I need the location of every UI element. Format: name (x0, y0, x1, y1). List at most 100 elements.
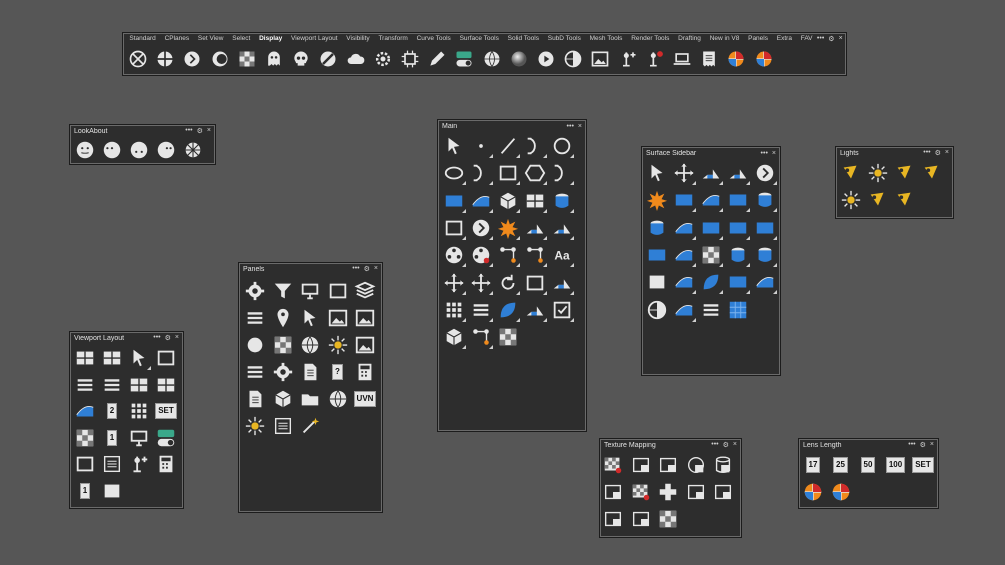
gear-icon[interactable]: ⚙ (723, 441, 729, 449)
surface-sidebar-titlebar[interactable]: Surface Sidebar ••• × (642, 147, 780, 159)
viewport-grid-icon[interactable] (127, 399, 151, 423)
tab-visibility[interactable]: Visibility (342, 35, 374, 42)
viewport-1-icon[interactable]: 1 (73, 479, 97, 503)
checker-add-icon[interactable] (73, 426, 97, 450)
close-icon[interactable]: × (839, 35, 843, 43)
new-viewport-icon[interactable] (154, 346, 178, 370)
surface-network-icon[interactable] (672, 216, 696, 240)
maximize-viewport-icon[interactable] (127, 346, 151, 370)
named-view-panel-icon[interactable] (326, 306, 350, 330)
surface-rebuild-icon[interactable] (726, 270, 750, 295)
grid-check-icon[interactable] (496, 325, 520, 349)
notes-doc-icon[interactable] (243, 387, 267, 411)
surface-mapping-icon[interactable] (601, 480, 625, 504)
wizard-panel-icon[interactable] (298, 414, 322, 438)
rendering-panel-icon[interactable] (271, 360, 295, 384)
surface-blend-icon[interactable] (726, 216, 750, 240)
environment-panel-icon[interactable] (298, 333, 322, 357)
layout-list-icon[interactable] (100, 452, 124, 476)
box-icon[interactable] (496, 189, 520, 213)
fillet-icon[interactable] (496, 298, 520, 322)
offset-icon[interactable] (469, 216, 493, 240)
calculator-panel-icon[interactable] (353, 360, 377, 384)
move-icon[interactable] (442, 271, 466, 295)
split-vertical-icon[interactable] (127, 373, 151, 397)
library-panel-icon[interactable] (243, 360, 267, 384)
trim-icon[interactable] (523, 216, 547, 240)
look-face-left-icon[interactable] (100, 138, 124, 162)
lens-100-button[interactable]: 100 (884, 453, 908, 477)
gear-icon[interactable]: ⚙ (364, 265, 370, 273)
close-icon[interactable]: × (374, 265, 378, 273)
polygon-icon[interactable] (523, 161, 547, 186)
picture-icon[interactable] (615, 46, 641, 72)
select-icon[interactable] (442, 134, 466, 158)
tab-render-tools[interactable]: Render Tools (627, 35, 674, 42)
group-icon[interactable] (442, 243, 466, 268)
tab-curve-tools[interactable]: Curve Tools (412, 35, 455, 42)
new-floating-viewport-icon[interactable] (73, 452, 97, 476)
surface-revolve-icon[interactable] (753, 188, 777, 213)
surface-explode-icon[interactable] (645, 188, 669, 212)
spotlight-icon[interactable] (839, 161, 863, 185)
named-view-icon[interactable] (73, 399, 97, 423)
gear-icon[interactable]: ⚙ (828, 35, 834, 43)
tab-extra[interactable]: Extra (772, 35, 796, 42)
spherical-mapping-icon[interactable] (684, 453, 708, 477)
panel-menu-icon[interactable]: ••• (923, 149, 930, 157)
tab-new-in-v8[interactable]: New in V8 (705, 35, 743, 42)
lights-titlebar[interactable]: Lights ••• ⚙ × (836, 147, 953, 159)
cylindrical-mapping-icon[interactable] (711, 453, 735, 477)
tab-select[interactable]: Select (228, 35, 255, 42)
panel-menu-icon[interactable]: ••• (153, 334, 160, 342)
lens-17-button[interactable]: 17 (801, 453, 825, 477)
surface-patch-icon[interactable] (726, 188, 750, 213)
look-face-down-icon[interactable] (127, 138, 151, 162)
layers-panel-icon[interactable] (353, 279, 377, 303)
extrude-icon[interactable] (442, 216, 466, 240)
tab-display[interactable]: Display (255, 35, 287, 42)
split-horizontal-icon[interactable] (100, 373, 124, 397)
print-icon[interactable] (154, 452, 178, 476)
lookabout-titlebar[interactable]: LookAbout ••• ⚙ × (70, 125, 215, 137)
look-center-icon[interactable] (181, 138, 205, 162)
mapping-remove-icon[interactable] (629, 480, 653, 504)
mapping-list-icon[interactable] (684, 480, 708, 504)
text-icon[interactable]: Aa (550, 243, 574, 268)
surface-loft-icon[interactable] (699, 188, 723, 213)
cylinder-icon[interactable] (550, 189, 574, 213)
surface-cap-icon[interactable] (726, 243, 750, 267)
monitor-icon[interactable] (696, 46, 722, 72)
detail-view-icon[interactable] (127, 426, 151, 450)
named-view-2-icon[interactable]: 2 (100, 399, 124, 423)
mapping-unwrap-icon[interactable] (601, 453, 625, 477)
surface-select-icon[interactable] (645, 161, 669, 185)
detail-toggle-icon[interactable] (154, 426, 178, 450)
copy-icon[interactable] (469, 271, 493, 295)
surface-fillet-icon[interactable] (699, 270, 723, 295)
spotlight-target-icon[interactable] (866, 188, 890, 212)
surface-tube-icon[interactable] (753, 243, 777, 267)
arctic-display-icon[interactable] (343, 46, 369, 72)
solid-box-icon[interactable] (442, 325, 466, 350)
ellipse-icon[interactable] (442, 161, 466, 186)
panel-menu-icon[interactable]: ••• (711, 441, 718, 449)
line-icon[interactable] (496, 134, 520, 158)
surface-match-icon[interactable] (753, 270, 777, 295)
layout-panel-icon[interactable] (326, 279, 350, 303)
tab-solid-tools[interactable]: Solid Tools (503, 35, 543, 42)
lens-zoom-alt-icon[interactable] (829, 480, 853, 504)
named-position-icon[interactable] (271, 306, 295, 330)
scale-icon[interactable] (523, 271, 547, 295)
tab-cplanes[interactable]: CPlanes (160, 35, 193, 42)
gear-icon[interactable]: ⚙ (165, 334, 171, 342)
look-face-icon[interactable] (73, 138, 97, 162)
cross-mapping-icon[interactable] (656, 480, 680, 504)
shaded-display-icon[interactable] (152, 46, 178, 72)
mapping-checker-icon[interactable] (656, 507, 680, 531)
split-icon[interactable] (550, 216, 574, 240)
artistic-display-icon[interactable] (288, 46, 314, 72)
raytraced-display-icon[interactable] (397, 46, 423, 72)
tab-viewport-layout[interactable]: Viewport Layout (287, 35, 342, 42)
mapping-blend-icon[interactable] (711, 480, 735, 504)
